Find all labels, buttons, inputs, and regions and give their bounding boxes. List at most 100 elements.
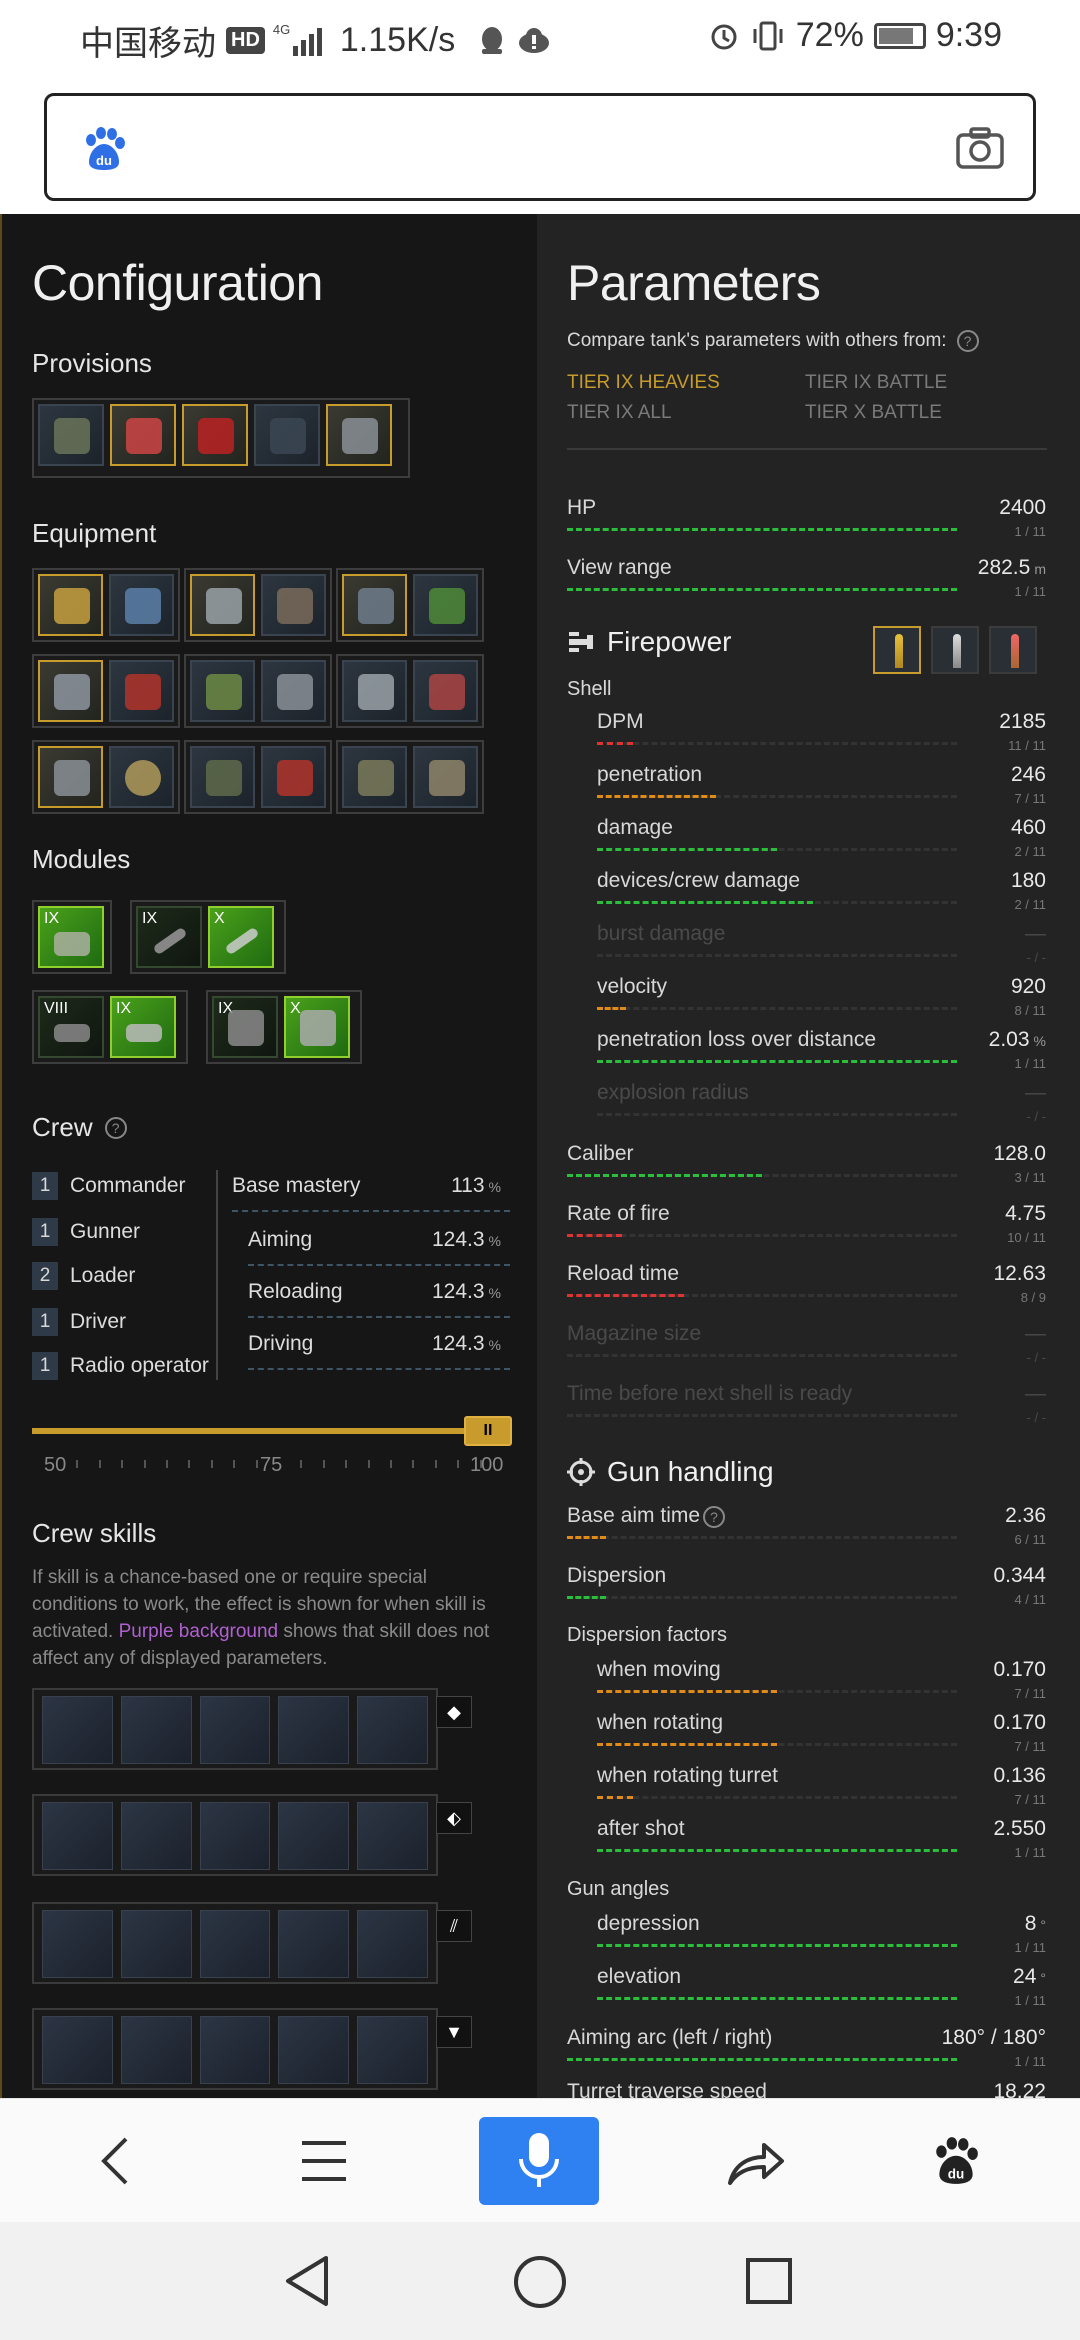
skill-icon[interactable] xyxy=(357,1910,428,1978)
crew-stat-value: 124.3% xyxy=(431,1228,501,1251)
provisions-label: Provisions xyxy=(32,348,152,378)
equipment-slot[interactable] xyxy=(190,746,255,808)
param-value: 8 ° xyxy=(1024,1912,1046,1935)
crew-label: Crew xyxy=(32,1112,93,1142)
equipment-slot[interactable] xyxy=(38,746,103,808)
param-bar-fill xyxy=(567,528,957,531)
skill-icon[interactable] xyxy=(278,2016,350,2084)
skill-icon[interactable] xyxy=(199,1802,271,1870)
param-bar-track xyxy=(597,1796,957,1799)
skill-icon[interactable] xyxy=(120,1696,192,1764)
crew-stat-label: Reloading xyxy=(248,1280,343,1303)
crew-mastery-slider-track[interactable] xyxy=(32,1428,512,1434)
skill-row-toggle[interactable]: ⫽ xyxy=(436,1910,472,1942)
equipment-slot[interactable] xyxy=(413,660,478,722)
skill-icon[interactable] xyxy=(357,1802,428,1870)
ammo-apcr-button[interactable] xyxy=(931,626,979,674)
module-slot[interactable]: IX xyxy=(110,996,176,1058)
slider-mid-label: 75 xyxy=(260,1454,283,1476)
equipment-slot[interactable] xyxy=(413,574,478,636)
skill-icon[interactable] xyxy=(120,1910,192,1978)
equipment-slot[interactable] xyxy=(413,746,478,808)
param-rank: 1 / 11 xyxy=(1014,584,1046,599)
share-icon[interactable] xyxy=(726,2137,786,2187)
skill-icon[interactable] xyxy=(357,1696,428,1764)
crosshair-icon xyxy=(567,1458,595,1486)
param-bar-fill xyxy=(597,901,813,904)
param-bar-fill xyxy=(567,1596,606,1599)
back-icon[interactable] xyxy=(96,2135,136,2187)
skill-icon[interactable] xyxy=(278,1696,350,1764)
module-slot[interactable]: IX xyxy=(212,996,278,1058)
system-home-icon[interactable] xyxy=(512,2254,568,2310)
ammo-ap-button[interactable] xyxy=(873,626,921,674)
param-value: 2185 xyxy=(999,710,1046,733)
compare-option[interactable]: TIER IX ALL xyxy=(567,402,672,424)
help-icon[interactable]: ? xyxy=(703,1506,725,1528)
skill-icon[interactable] xyxy=(278,1802,350,1870)
param-rank: - / - xyxy=(1026,1109,1047,1124)
provision-slot[interactable] xyxy=(38,404,104,466)
skill-icon[interactable] xyxy=(199,1910,271,1978)
system-back-icon[interactable] xyxy=(282,2254,332,2308)
provision-slot[interactable] xyxy=(254,404,320,466)
baidu-home-icon[interactable]: du xyxy=(930,2133,982,2189)
skill-icon[interactable] xyxy=(120,1802,192,1870)
skill-icon[interactable] xyxy=(42,1802,113,1870)
equipment-slot[interactable] xyxy=(38,660,103,722)
skill-icon[interactable] xyxy=(42,1910,113,1978)
equipment-slot[interactable] xyxy=(261,660,326,722)
compare-option-active[interactable]: TIER IX HEAVIES xyxy=(567,372,720,394)
equipment-slot[interactable] xyxy=(109,574,174,636)
menu-icon[interactable] xyxy=(300,2139,348,2183)
param-label: when rotating turret xyxy=(597,1764,778,1787)
camera-icon[interactable] xyxy=(955,126,1005,170)
voice-search-button[interactable] xyxy=(479,2117,599,2205)
param-bar-fill xyxy=(597,795,716,798)
help-icon[interactable]: ? xyxy=(956,330,979,352)
search-input[interactable]: du xyxy=(44,93,1036,201)
skill-icon[interactable] xyxy=(357,2016,428,2084)
module-slot[interactable]: X xyxy=(208,906,274,968)
shell-label: Shell xyxy=(567,678,612,700)
signal-icon: 4G xyxy=(273,22,322,56)
ammo-he-button[interactable] xyxy=(989,626,1037,674)
provision-slot[interactable] xyxy=(182,404,248,466)
equipment-slot[interactable] xyxy=(38,574,103,636)
equipment-slot[interactable] xyxy=(109,746,174,808)
equipment-slot[interactable] xyxy=(342,574,407,636)
skill-icon[interactable] xyxy=(42,2016,113,2084)
provision-slot[interactable] xyxy=(326,404,392,466)
equipment-slot[interactable] xyxy=(190,660,255,722)
module-slot[interactable]: IX xyxy=(136,906,202,968)
compare-option[interactable]: TIER IX BATTLE xyxy=(805,372,947,394)
skill-row-toggle[interactable]: ▼ xyxy=(436,2016,472,2048)
param-bar-fill xyxy=(597,1743,777,1746)
equipment-slot[interactable] xyxy=(261,574,326,636)
skill-row-toggle[interactable]: ◆ xyxy=(436,1696,472,1728)
skill-row xyxy=(32,1794,438,1876)
equipment-slot[interactable] xyxy=(109,660,174,722)
equipment-slot[interactable] xyxy=(261,746,326,808)
provision-slot[interactable] xyxy=(110,404,176,466)
compare-option[interactable]: TIER X BATTLE xyxy=(805,402,942,424)
param-rank: 8 / 9 xyxy=(1020,1290,1046,1305)
param-rank: 2 / 11 xyxy=(1014,844,1046,859)
module-slot[interactable]: X xyxy=(284,996,350,1058)
skill-icon[interactable] xyxy=(42,1696,113,1764)
skill-icon[interactable] xyxy=(120,2016,192,2084)
skill-row-toggle[interactable]: ⬖ xyxy=(436,1802,472,1834)
equipment-slot[interactable] xyxy=(190,574,255,636)
system-recents-icon[interactable] xyxy=(744,2256,794,2306)
skill-icon[interactable] xyxy=(199,1696,271,1764)
skill-icon[interactable] xyxy=(278,1910,350,1978)
module-slot[interactable]: VIII xyxy=(38,996,104,1058)
help-icon[interactable]: ? xyxy=(104,1116,127,1139)
crew-mastery-slider-thumb[interactable]: II xyxy=(464,1416,512,1446)
skill-icon[interactable] xyxy=(199,2016,271,2084)
equipment-slot[interactable] xyxy=(342,660,407,722)
slider-tick xyxy=(143,1460,146,1468)
equipment-slot[interactable] xyxy=(342,746,407,808)
module-slot[interactable]: IX xyxy=(38,906,104,968)
crew-member: 1 Radio operator xyxy=(32,1352,209,1380)
